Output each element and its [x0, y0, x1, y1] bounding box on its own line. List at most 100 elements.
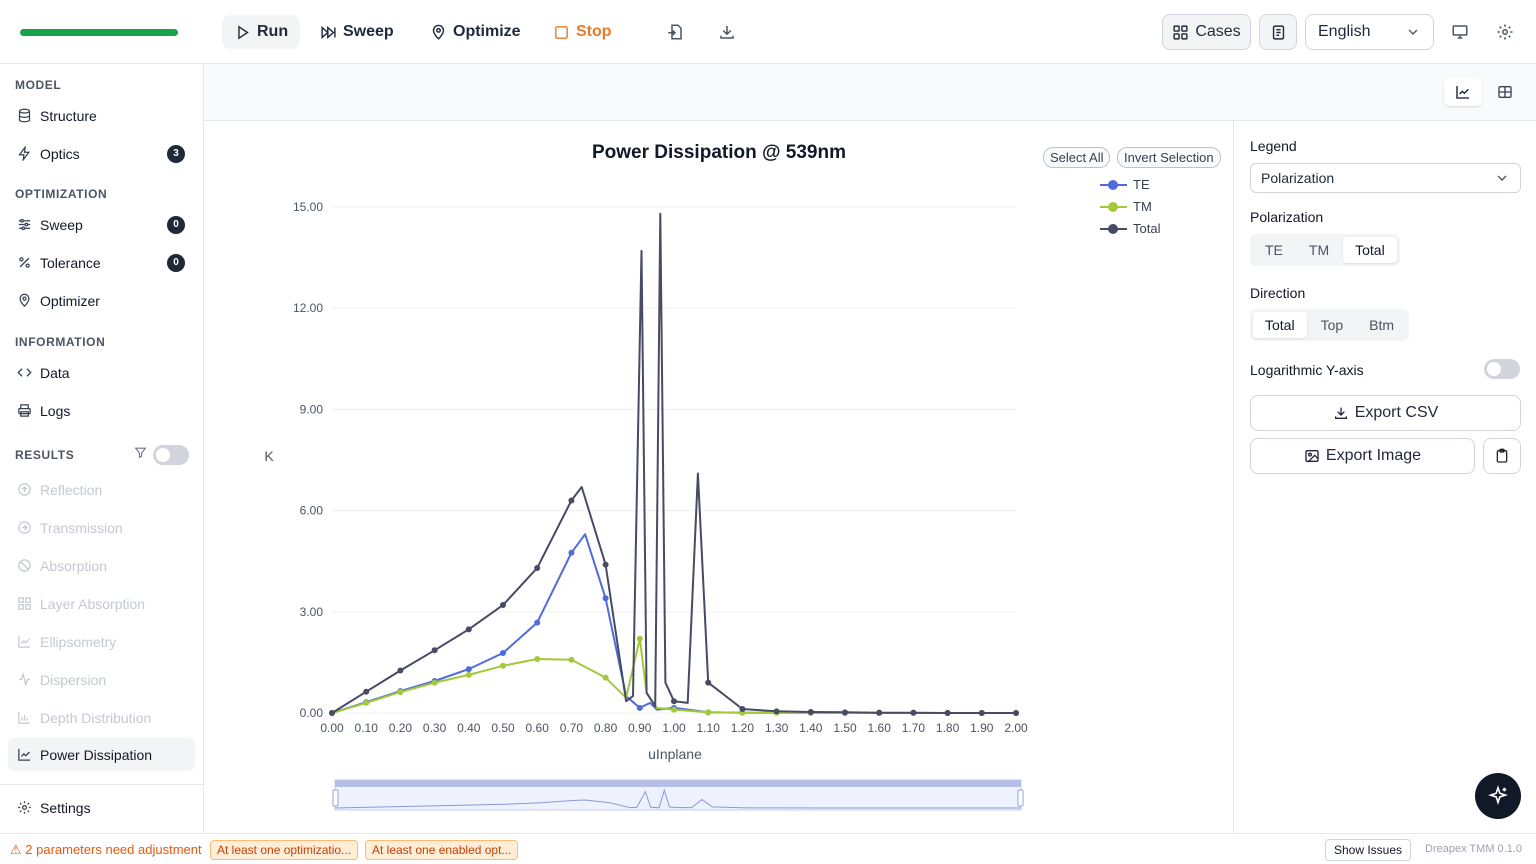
sidebar-item-sweep[interactable]: Sweep 0: [8, 208, 195, 241]
x-tick-label: 1.60: [868, 721, 892, 735]
data-point: [363, 699, 370, 706]
x-tick-label: 0.10: [355, 721, 379, 735]
lightning-icon: [18, 146, 31, 161]
sidebar-item-label: Sweep: [40, 216, 83, 233]
select-all-button[interactable]: Select All: [1043, 147, 1111, 168]
display-button[interactable]: [1444, 16, 1476, 48]
sidebar-item-structure[interactable]: Structure: [8, 99, 195, 132]
warning-text[interactable]: ⚠ 2 parameters need adjustment: [10, 842, 202, 858]
issue-chip[interactable]: At least one optimizatio...: [210, 840, 359, 860]
line-chart-icon: [18, 635, 31, 648]
export-csv-button[interactable]: Export CSV: [1250, 395, 1521, 431]
optimize-button[interactable]: Optimize: [418, 15, 533, 49]
sidebar-divider: [0, 784, 203, 785]
data-point: [568, 656, 575, 663]
language-select[interactable]: English: [1305, 14, 1434, 50]
sidebar-item-layer-absorption: Layer Absorption: [8, 587, 195, 620]
sidebar-item-label: Reflection: [40, 481, 103, 498]
invert-selection-button[interactable]: Invert Selection: [1117, 147, 1221, 168]
show-issues-button[interactable]: Show Issues: [1325, 839, 1412, 861]
sidebar-item-absorption: Absorption: [8, 549, 195, 582]
image-icon: [1305, 450, 1319, 462]
copy-clipboard-button[interactable]: [1483, 438, 1521, 474]
optics-count-badge: 3: [167, 144, 185, 163]
file-import-icon: [668, 24, 682, 40]
dir-option-total[interactable]: Total: [1253, 312, 1307, 338]
filter-icon[interactable]: [134, 446, 147, 459]
legend-select[interactable]: Polarization: [1250, 163, 1521, 193]
download-button[interactable]: [711, 16, 743, 48]
sliders-icon: [18, 218, 31, 231]
data-point: [671, 706, 677, 713]
x-tick-label: 0.60: [526, 721, 550, 735]
pol-option-te[interactable]: TE: [1253, 237, 1295, 263]
sidebar-item-power-dissipation[interactable]: Power Dissipation: [8, 738, 195, 771]
sidebar-item-data[interactable]: Data: [8, 356, 195, 389]
export-image-button[interactable]: Export Image: [1250, 438, 1475, 474]
pol-option-total[interactable]: Total: [1343, 237, 1397, 263]
gear-icon: [18, 801, 31, 814]
range-slider-right-handle: [1017, 789, 1024, 807]
sidebar-item-tolerance[interactable]: Tolerance 0: [8, 246, 195, 279]
issue-chip[interactable]: At least one enabled opt...: [365, 840, 519, 860]
x-tick-label: 1.30: [765, 721, 789, 735]
settings-gear-button[interactable]: [1489, 16, 1521, 48]
results-filter-toggle[interactable]: [153, 445, 189, 465]
gear-icon: [1497, 24, 1513, 40]
cases-button[interactable]: Cases: [1162, 14, 1251, 50]
notes-button[interactable]: [1259, 14, 1297, 50]
sidebar-item-optimizer[interactable]: Optimizer: [8, 284, 195, 317]
data-point: [534, 656, 541, 663]
sidebar-item-label: Depth Distribution: [40, 709, 152, 726]
y-tick-label: 3.00: [300, 605, 324, 619]
x-tick-label: 0.70: [560, 721, 584, 735]
top-toolbar: Run Sweep Optimize Stop Cases English: [0, 0, 1536, 64]
chevron-down-icon: [1408, 29, 1418, 35]
chevron-down-icon: [1497, 175, 1507, 181]
data-point: [500, 602, 506, 609]
sweep-button[interactable]: Sweep: [308, 15, 406, 49]
map-pin-icon: [432, 24, 445, 40]
map-pin-icon: [19, 293, 30, 307]
data-point: [602, 595, 609, 602]
legend-marker: [1108, 180, 1118, 190]
sidebar-item-optics[interactable]: Optics 3: [8, 137, 195, 170]
run-label: Run: [257, 23, 289, 40]
sidebar-item-label: Logs: [40, 402, 71, 419]
data-point: [910, 709, 917, 716]
stop-icon: [555, 25, 568, 39]
sidebar-item-label: Absorption: [40, 557, 107, 574]
x-tick-label: 1.10: [697, 721, 721, 735]
y-tick-label: 15.00: [293, 200, 323, 214]
pol-option-tm[interactable]: TM: [1297, 237, 1341, 263]
data-point: [773, 708, 780, 715]
chart-view-button[interactable]: [1444, 78, 1482, 106]
section-model: MODEL: [15, 78, 62, 92]
dir-option-top[interactable]: Top: [1309, 312, 1356, 338]
sidebar-item-label: Data: [40, 364, 70, 381]
power-dissipation-chart[interactable]: Power Dissipation @ 539nm 0.00 3.00 6.00 9.0…: [205, 121, 1233, 833]
legend-value: Polarization: [1261, 170, 1335, 186]
import-button[interactable]: [659, 16, 691, 48]
stop-button[interactable]: Stop: [541, 15, 624, 49]
x-tick-label: 0.40: [457, 721, 481, 735]
table-view-button[interactable]: [1486, 78, 1524, 106]
dir-option-btm[interactable]: Btm: [1357, 312, 1406, 338]
sidebar-item-ellipsometry: Ellipsometry: [8, 625, 195, 658]
data-point: [807, 708, 814, 715]
sidebar-item-settings[interactable]: Settings: [8, 791, 195, 824]
polarization-label: Polarization: [1250, 209, 1324, 225]
range-slider-handle-bar: [335, 780, 1021, 787]
download-icon: [720, 26, 734, 39]
run-button[interactable]: Run: [222, 15, 301, 49]
sidebar-item-label: Structure: [40, 107, 97, 124]
clipboard-icon: [1496, 448, 1508, 463]
data-point: [465, 626, 472, 633]
optimize-label: Optimize: [453, 23, 521, 40]
sidebar-item-label: Optimizer: [40, 292, 100, 309]
line-chart-icon: [18, 748, 31, 761]
y-tick-label: 6.00: [300, 504, 324, 518]
sidebar-item-logs[interactable]: Logs: [8, 394, 195, 427]
ai-assistant-button[interactable]: [1475, 773, 1521, 819]
log-axis-toggle[interactable]: [1484, 359, 1520, 379]
